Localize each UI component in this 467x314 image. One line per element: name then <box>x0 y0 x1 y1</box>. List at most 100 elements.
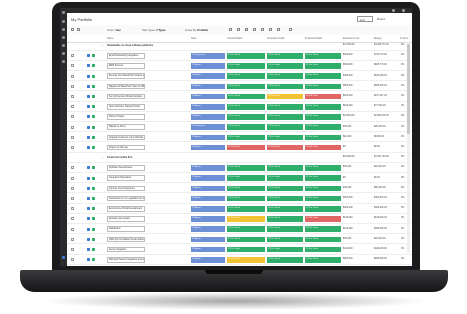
row-checkbox[interactable] <box>71 248 74 251</box>
project-name[interactable]: Set Up Remote Window Solution <box>107 93 145 100</box>
col-pct-done[interactable]: % Done <box>400 37 409 40</box>
state-cell[interactable]: 12 Active <box>191 165 225 171</box>
table-row[interactable]: Server Upgrades 12 Active 13 On Track 13 On… <box>67 246 412 255</box>
settings-icon[interactable] <box>402 9 405 12</box>
state-cell[interactable]: 12 Active <box>191 236 225 243</box>
col-budget[interactable]: Budget <box>374 37 382 40</box>
report-icon[interactable] <box>62 52 65 55</box>
group-row[interactable]: ⌄ Cloud and mobile first $3,945,000 $3,931,… <box>67 154 412 163</box>
project-name[interactable]: Software Development <box>107 165 145 171</box>
financial-health-cell[interactable]: 13 On Track <box>305 83 341 90</box>
overall-health-cell[interactable]: 13 On Track <box>227 175 265 181</box>
overall-health-cell[interactable]: 13 On Track <box>227 226 265 232</box>
col-state[interactable]: State <box>191 37 197 40</box>
schedule-health-cell[interactable]: 13 On Track <box>267 175 303 181</box>
table-row[interactable]: Framework to run Legislation for all dep… <box>67 195 412 204</box>
app-launcher-icon[interactable] <box>62 11 65 14</box>
row-checkbox[interactable] <box>71 84 74 88</box>
state-cell[interactable]: 13 Active <box>191 103 225 110</box>
financial-health-cell[interactable]: 13 Off Track <box>305 93 341 100</box>
row-checkbox[interactable] <box>71 227 74 231</box>
schedule-health-cell[interactable]: 13 Off Track <box>267 144 303 151</box>
financial-health-cell[interactable]: 13 On Track <box>305 256 341 263</box>
table-row[interactable]: Integrated Operations 12 Active 13 On Trac… <box>67 175 412 184</box>
overall-health-cell[interactable]: 13 On Track <box>227 134 265 141</box>
schedule-health-cell[interactable]: 13 On Track <box>267 195 303 202</box>
project-name[interactable]: Migrate All SharePoint Sites to Office 3… <box>107 83 145 90</box>
schedule-health-cell[interactable]: 13 On Track <box>267 134 303 141</box>
chevron-down-icon[interactable]: ⌄ <box>101 156 103 159</box>
financial-health-cell[interactable]: 13 On Track <box>305 124 341 130</box>
financial-health-cell[interactable]: 13 On Track <box>305 226 341 232</box>
schedule-health-cell[interactable]: 13 On Track <box>267 52 303 59</box>
schedule-health-cell[interactable]: 13 On Track <box>267 185 303 192</box>
project-name[interactable]: Execute Our SharePoint Intranet to Azure <box>107 73 145 79</box>
project-name[interactable]: Microsoft Teams Integration and manage <box>107 256 145 263</box>
schedule-health-cell[interactable]: 13 On Track <box>267 205 303 212</box>
project-name[interactable]: New Customer Support Portal <box>107 103 145 110</box>
plan-types-filter[interactable]: Plan Types: 2 Types <box>142 29 166 32</box>
group-row[interactable]: ⌄ Standardize on cloud software platforms… <box>67 42 412 51</box>
financial-health-cell[interactable]: 13 On Track <box>305 73 341 79</box>
gantt-view-icon[interactable] <box>253 28 256 31</box>
table-row[interactable]: Microsoft Teams Integration and manage 12… <box>67 256 412 265</box>
overall-health-cell[interactable]: 13 On Track <box>227 83 265 90</box>
project-name[interactable]: Dashboard <box>107 226 145 232</box>
state-cell[interactable]: 12 Active <box>191 185 225 192</box>
view-board-button[interactable]: Board <box>377 17 385 21</box>
overall-health-cell[interactable]: 13 On Track <box>227 236 265 243</box>
state-cell[interactable]: 13 Active <box>191 134 225 141</box>
financial-health-cell[interactable]: 13 On Track <box>305 165 341 171</box>
overall-health-cell[interactable]: 13 On Track <box>227 124 265 130</box>
project-name[interactable]: Upgrade Customer Linux Website <box>107 134 145 141</box>
row-checkbox[interactable] <box>71 237 74 241</box>
state-cell[interactable]: 12 Proposed <box>191 124 225 130</box>
overall-health-cell[interactable]: 13 On Track <box>227 93 265 100</box>
overall-health-cell[interactable]: 13 On Track <box>227 165 265 171</box>
table-row[interactable]: Software Development 12 Active 13 On Track… <box>67 164 412 173</box>
calendar-icon[interactable] <box>62 60 65 63</box>
table-row[interactable]: Email Networking Integration 13 Proposed 1… <box>67 52 412 61</box>
financial-health-cell[interactable]: 13 Off Track <box>305 216 341 222</box>
row-checkbox[interactable] <box>71 197 74 200</box>
table-row[interactable]: Migrate All SharePoint Sites to Office 3… <box>67 83 412 92</box>
schedule-health-cell[interactable]: 13 On Track <box>267 103 303 110</box>
overall-health-cell[interactable]: 13 On Track <box>227 205 265 212</box>
row-checkbox[interactable] <box>71 95 74 98</box>
overall-health-cell[interactable]: 13 Off Track <box>227 216 265 222</box>
project-name[interactable]: Server Upgrades <box>107 246 145 253</box>
help-icon[interactable] <box>62 256 65 259</box>
project-name[interactable]: ERM Process <box>107 63 145 69</box>
state-cell[interactable]: 13 Active <box>191 114 225 120</box>
row-checkbox[interactable] <box>71 258 74 262</box>
overall-health-cell[interactable]: 13 On Track <box>227 63 265 69</box>
financial-health-cell[interactable]: 13 On Track <box>305 52 341 59</box>
financial-health-cell[interactable]: 13 On Track <box>305 63 341 69</box>
export-icon[interactable] <box>277 28 280 31</box>
state-cell[interactable]: 12 Active <box>191 226 225 232</box>
expand-icon[interactable] <box>261 28 264 31</box>
project-name[interactable]: CRM Sys for Market Trends Authority <box>107 236 145 243</box>
col-overall-health[interactable]: Overall Health <box>227 37 242 40</box>
group-by-filter[interactable]: Group By: Portfolio <box>185 29 208 32</box>
col-schedule-health[interactable]: Schedule Health <box>267 37 285 40</box>
overall-health-cell[interactable]: 13 Off Track <box>227 144 265 151</box>
table-row[interactable]: Set Up Remote Window Solution 13 Active 13… <box>67 93 412 102</box>
overall-health-cell[interactable]: 13 On Track <box>227 185 265 192</box>
financial-health-cell[interactable]: 13 On Track <box>305 103 341 110</box>
overall-health-cell[interactable]: 13 Off Track <box>227 256 265 263</box>
col-name[interactable]: Name <box>107 37 113 40</box>
table-row[interactable]: Dashboard 12 Active 13 On Track 13 On Track… <box>67 226 412 235</box>
row-checkbox[interactable] <box>71 105 74 109</box>
state-cell[interactable]: 13 Active <box>191 73 225 79</box>
sort-icon[interactable] <box>237 28 240 31</box>
row-checkbox[interactable] <box>71 74 74 78</box>
financial-health-cell[interactable]: 13 On Track <box>305 114 341 120</box>
financial-health-cell[interactable]: 13 On Track <box>305 195 341 202</box>
table-row[interactable]: Improve User Experience 12 Active 13 On Tr… <box>67 185 412 194</box>
schedule-health-cell[interactable]: 13 On Track <box>267 73 303 79</box>
search-icon[interactable] <box>392 9 395 12</box>
state-cell[interactable]: 12 Active <box>191 83 225 90</box>
state-cell[interactable]: 12 Active <box>191 63 225 69</box>
project-name[interactable]: Project for this site <box>107 144 145 151</box>
